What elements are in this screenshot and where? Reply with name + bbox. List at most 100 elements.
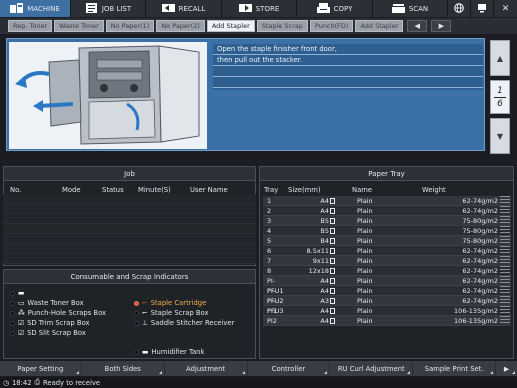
row-grip-icon	[500, 286, 510, 295]
paper-tray-row[interactable]: 1 A4 Plain 62-74g/m2	[263, 196, 511, 206]
paper-tray-title: Paper Tray	[260, 167, 513, 181]
indicator-staple-cartridge: ⌐ Staple Cartridge	[134, 298, 254, 308]
tab-staple-scrap[interactable]: Staple Scrap	[256, 20, 308, 32]
stapler-small-icon: ▬	[18, 289, 25, 297]
instruction-line-1: Open the staple finisher front door,	[213, 44, 483, 55]
close-button[interactable]: ✕	[494, 0, 517, 17]
nav-machine-button[interactable]: MACHINE	[0, 0, 71, 17]
size-cell: 9x11	[312, 257, 329, 265]
paper-tray-row[interactable]: 6 8.5x11 Plain 62-74g/m2	[263, 246, 511, 256]
tray-cell: PI-PFU3	[267, 297, 284, 315]
indicator-saddle-stitcher: ⊥ Saddle Stitcher Receiver	[134, 318, 254, 328]
sd-slit-icon: ☑	[18, 329, 25, 337]
tab-prev-button[interactable]: ◀	[407, 20, 428, 32]
size-cell: B4	[320, 237, 329, 245]
nav-job-list-button[interactable]: JOB LIST	[71, 0, 146, 17]
name-cell: Plain	[357, 277, 373, 285]
paper-tray-row[interactable]: PI1 A4 Plain 106-135g/m2	[263, 306, 511, 316]
indicator-lamp	[134, 310, 139, 316]
job-list[interactable]	[3, 194, 256, 264]
arrow-left-icon: ◀	[414, 22, 421, 30]
staple-cartridge-icon: ⌐	[142, 299, 148, 307]
saddle-stitcher-icon: ⊥	[142, 319, 148, 327]
indicator-item: ▬	[10, 288, 130, 298]
nav-job-list-label: JOB LIST	[101, 4, 132, 13]
row-grip-icon	[500, 226, 510, 235]
recall-icon	[161, 3, 175, 15]
weight-cell: 62-74g/m2	[462, 197, 498, 205]
display-button[interactable]	[471, 0, 494, 17]
status-message: Ready to receive	[42, 378, 101, 387]
indicator-lamp	[10, 290, 15, 296]
arrow-up-icon: ▲	[496, 53, 504, 63]
size-cell: 8.5x11	[306, 247, 329, 255]
adjustment-button[interactable]: Adjustment	[164, 361, 247, 376]
paper-tray-row[interactable]: 5 B4 Plain 75-80g/m2	[263, 236, 511, 246]
weight-cell: 75-80g/m2	[462, 237, 498, 245]
tab-add-stapler-2[interactable]: Add Stapler	[355, 20, 404, 32]
language-button[interactable]	[448, 0, 471, 17]
paper-tray-row[interactable]: 8 12x18 Plain 62-74g/m2	[263, 266, 511, 276]
paper-tray-row[interactable]: 4 B5 Plain 75-80g/m2	[263, 226, 511, 236]
row-grip-icon	[500, 266, 510, 275]
machine-icon	[10, 2, 24, 15]
nav-store-button[interactable]: STORE	[222, 0, 297, 17]
tab-waste-toner[interactable]: Waste Toner	[54, 20, 104, 32]
scroll-up-button[interactable]: ▲	[490, 40, 510, 76]
paper-tray-row[interactable]: 7 9x11 Plain 62-74g/m2	[263, 256, 511, 266]
consumables-right-list: ⌐ Staple Cartridge ⌐ Staple Scrap Box ⊥ Sad…	[134, 298, 254, 328]
paper-tray-row[interactable]: PI-PFU3 A3 Plain 62-74g/m2	[263, 296, 511, 315]
nav-recall-button[interactable]: RECALL	[146, 0, 222, 17]
finisher-illustration	[9, 42, 207, 149]
controller-button[interactable]: Controller	[247, 361, 330, 376]
weight-cell: 106-135g/m2	[454, 317, 498, 325]
tray-cell: 1	[267, 197, 272, 205]
bottom-next-button[interactable]: ▶	[496, 361, 517, 376]
paper-tray-row[interactable]: PI-PFU2 A4 Plain 62-74g/m2	[263, 286, 511, 305]
both-sides-button[interactable]: Both Sides	[81, 361, 164, 376]
tray-cell: 6	[267, 247, 272, 255]
nav-scan-button[interactable]: SCAN	[373, 0, 448, 17]
row-grip-icon	[500, 296, 510, 305]
tab-no-paper-1[interactable]: No Paper(1)	[105, 20, 155, 32]
nav-copy-button[interactable]: COPY	[297, 0, 373, 17]
paper-tray-row[interactable]: PI2 A4 Plain 106-135g/m2	[263, 316, 511, 326]
row-grip-icon	[500, 236, 510, 245]
tray-cell: PI2	[267, 317, 277, 325]
tab-punch-fd[interactable]: Punch(FD)	[309, 20, 354, 32]
size-cell: 12x18	[308, 267, 329, 275]
tab-next-button[interactable]: ▶	[431, 20, 452, 32]
tray-cell: 8	[267, 267, 272, 275]
arrow-right-icon: ▶	[438, 22, 445, 30]
tab-no-paper-2[interactable]: No Paper(2)	[156, 20, 205, 32]
bottom-navigation: Paper Setting Both Sides Adjustment Cont…	[0, 361, 517, 376]
ru-curl-adjustment-button[interactable]: RU Curl Adjustment	[330, 361, 413, 376]
tab-add-stapler[interactable]: Add Stapler	[206, 20, 255, 32]
paper-tray-row[interactable]: PI-PFU1 A4 Plain 62-74g/m2	[263, 276, 511, 295]
scroll-down-button[interactable]: ▼	[490, 118, 510, 154]
name-cell: Plain	[357, 217, 373, 225]
indicator-sd-trim: ☑ SD Trim Scrap Box	[10, 318, 130, 328]
scan-icon	[391, 3, 405, 15]
weight-cell: 62-74g/m2	[462, 247, 498, 255]
page-indicator: 1 6	[490, 80, 510, 114]
size-cell: A3	[320, 297, 329, 305]
instruction-box: Open the staple finisher front door, the…	[213, 44, 483, 90]
indicator-lamp-on	[134, 300, 139, 306]
paper-tray-row[interactable]: 3 B5 Plain 75-80g/m2	[263, 216, 511, 226]
size-cell: A4	[320, 197, 329, 205]
arrow-right-icon: ▶	[503, 364, 510, 373]
staple-scrap-icon: ⌐	[142, 309, 148, 317]
sample-print-set-button[interactable]: Sample Print Set.	[413, 361, 496, 376]
paper-setting-button[interactable]: Paper Setting	[0, 361, 81, 376]
nav-recall-label: RECALL	[178, 4, 206, 13]
tab-rep-toner[interactable]: Rep. Toner	[8, 20, 53, 32]
top-navigation: MACHINE JOB LIST RECALL STORE COPY SCAN …	[0, 0, 517, 17]
consumables-left-list: ▬ ▭ Waste Toner Box ⁂ Punch-Hole Scraps Bo…	[10, 288, 130, 338]
weight-cell: 75-80g/m2	[462, 227, 498, 235]
page-total: 6	[497, 98, 503, 109]
paper-tray-row[interactable]: 2 A4 Plain 62-74g/m2	[263, 206, 511, 216]
col-tray: Tray	[264, 186, 279, 194]
row-grip-icon	[500, 216, 510, 225]
indicator-label: Humidifier Tank	[151, 348, 205, 356]
